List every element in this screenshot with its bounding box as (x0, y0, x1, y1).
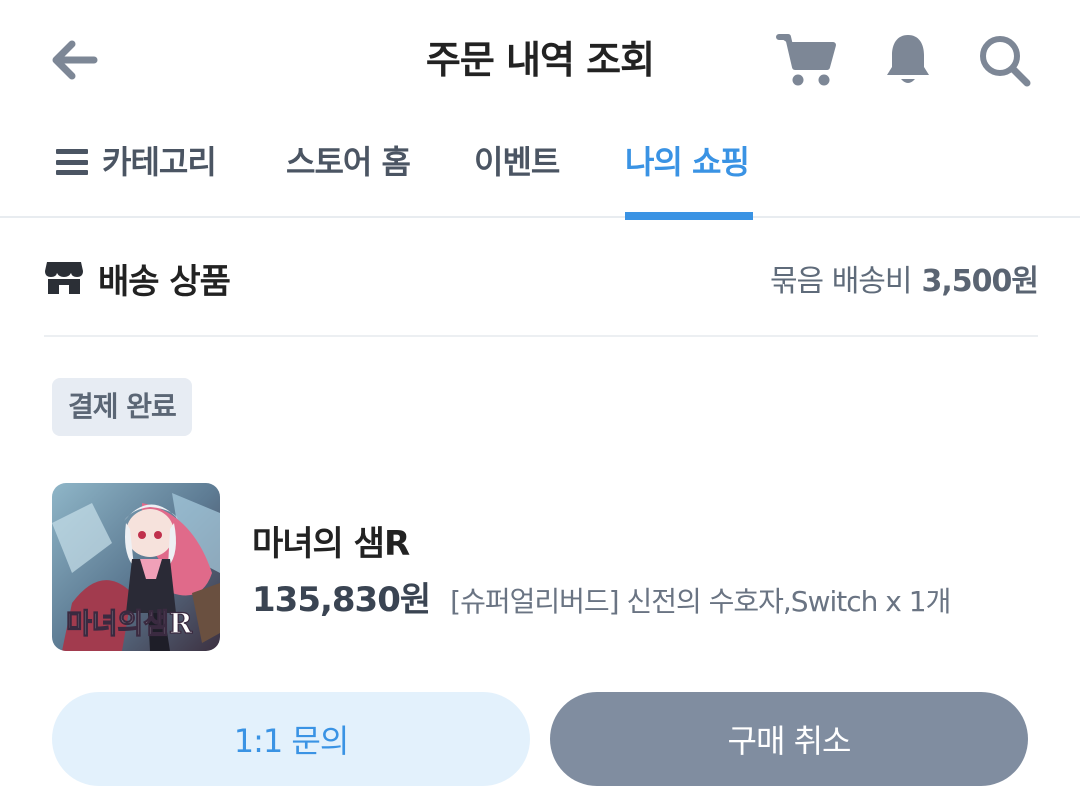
status-badge: 결제 완료 (52, 378, 192, 436)
shipping-fee-label: 묶음 배송비 (769, 264, 913, 299)
product-thumbnail[interactable]: 마녀의샘R (52, 483, 220, 651)
section-divider (44, 335, 1038, 337)
order-history-screen: 주문 내역 조회 카테고리 스토어 홈 이벤트 나의 쇼핑 배송 상품 묶음 배… (0, 0, 1080, 800)
notification-button[interactable] (876, 28, 940, 92)
shipping-fee: 묶음 배송비 3,500원 (769, 248, 1039, 308)
cart-icon (776, 34, 836, 86)
shipping-title: 배송 상품 (98, 261, 231, 302)
product-option: [슈퍼얼리버드] 신전의 수호자,Switch x 1개 (450, 585, 951, 618)
product-name[interactable]: 마녀의 샘R (252, 516, 410, 565)
tab-my-shopping[interactable]: 나의 쇼핑 (625, 138, 753, 220)
shipping-fee-value: 3,500원 (921, 264, 1039, 299)
shipping-section-header: 배송 상품 묶음 배송비 3,500원 (44, 248, 1039, 308)
hamburger-menu-icon (56, 149, 88, 175)
tab-label: 스토어 홈 (286, 143, 411, 181)
active-tab-indicator (625, 212, 753, 220)
product-artwork-image: 마녀의샘R (52, 483, 220, 651)
store-icon (45, 262, 83, 294)
cancel-order-button[interactable]: 구매 취소 (550, 692, 1028, 786)
tab-label: 나의 쇼핑 (625, 143, 750, 181)
artwork-logo-text: 마녀의샘R (66, 607, 193, 640)
bell-icon (887, 35, 929, 83)
search-icon (980, 36, 1031, 87)
tab-store-home[interactable]: 스토어 홈 (286, 138, 411, 218)
cart-button[interactable] (774, 28, 838, 92)
product-price: 135,830원 (252, 580, 431, 620)
search-button[interactable] (972, 28, 1036, 92)
shipping-title-group: 배송 상품 (44, 248, 231, 308)
product-price-row: 135,830원 [슈퍼얼리버드] 신전의 수호자,Switch x 1개 (252, 572, 951, 621)
top-app-bar: 주문 내역 조회 (0, 0, 1080, 120)
store-tab-bar: 카테고리 스토어 홈 이벤트 나의 쇼핑 (0, 128, 1080, 220)
tab-label: 이벤트 (474, 143, 560, 181)
tab-label: 카테고리 (102, 143, 217, 181)
inquiry-button[interactable]: 1:1 문의 (52, 692, 530, 786)
tab-category[interactable]: 카테고리 (56, 138, 217, 218)
tab-events[interactable]: 이벤트 (474, 138, 560, 218)
